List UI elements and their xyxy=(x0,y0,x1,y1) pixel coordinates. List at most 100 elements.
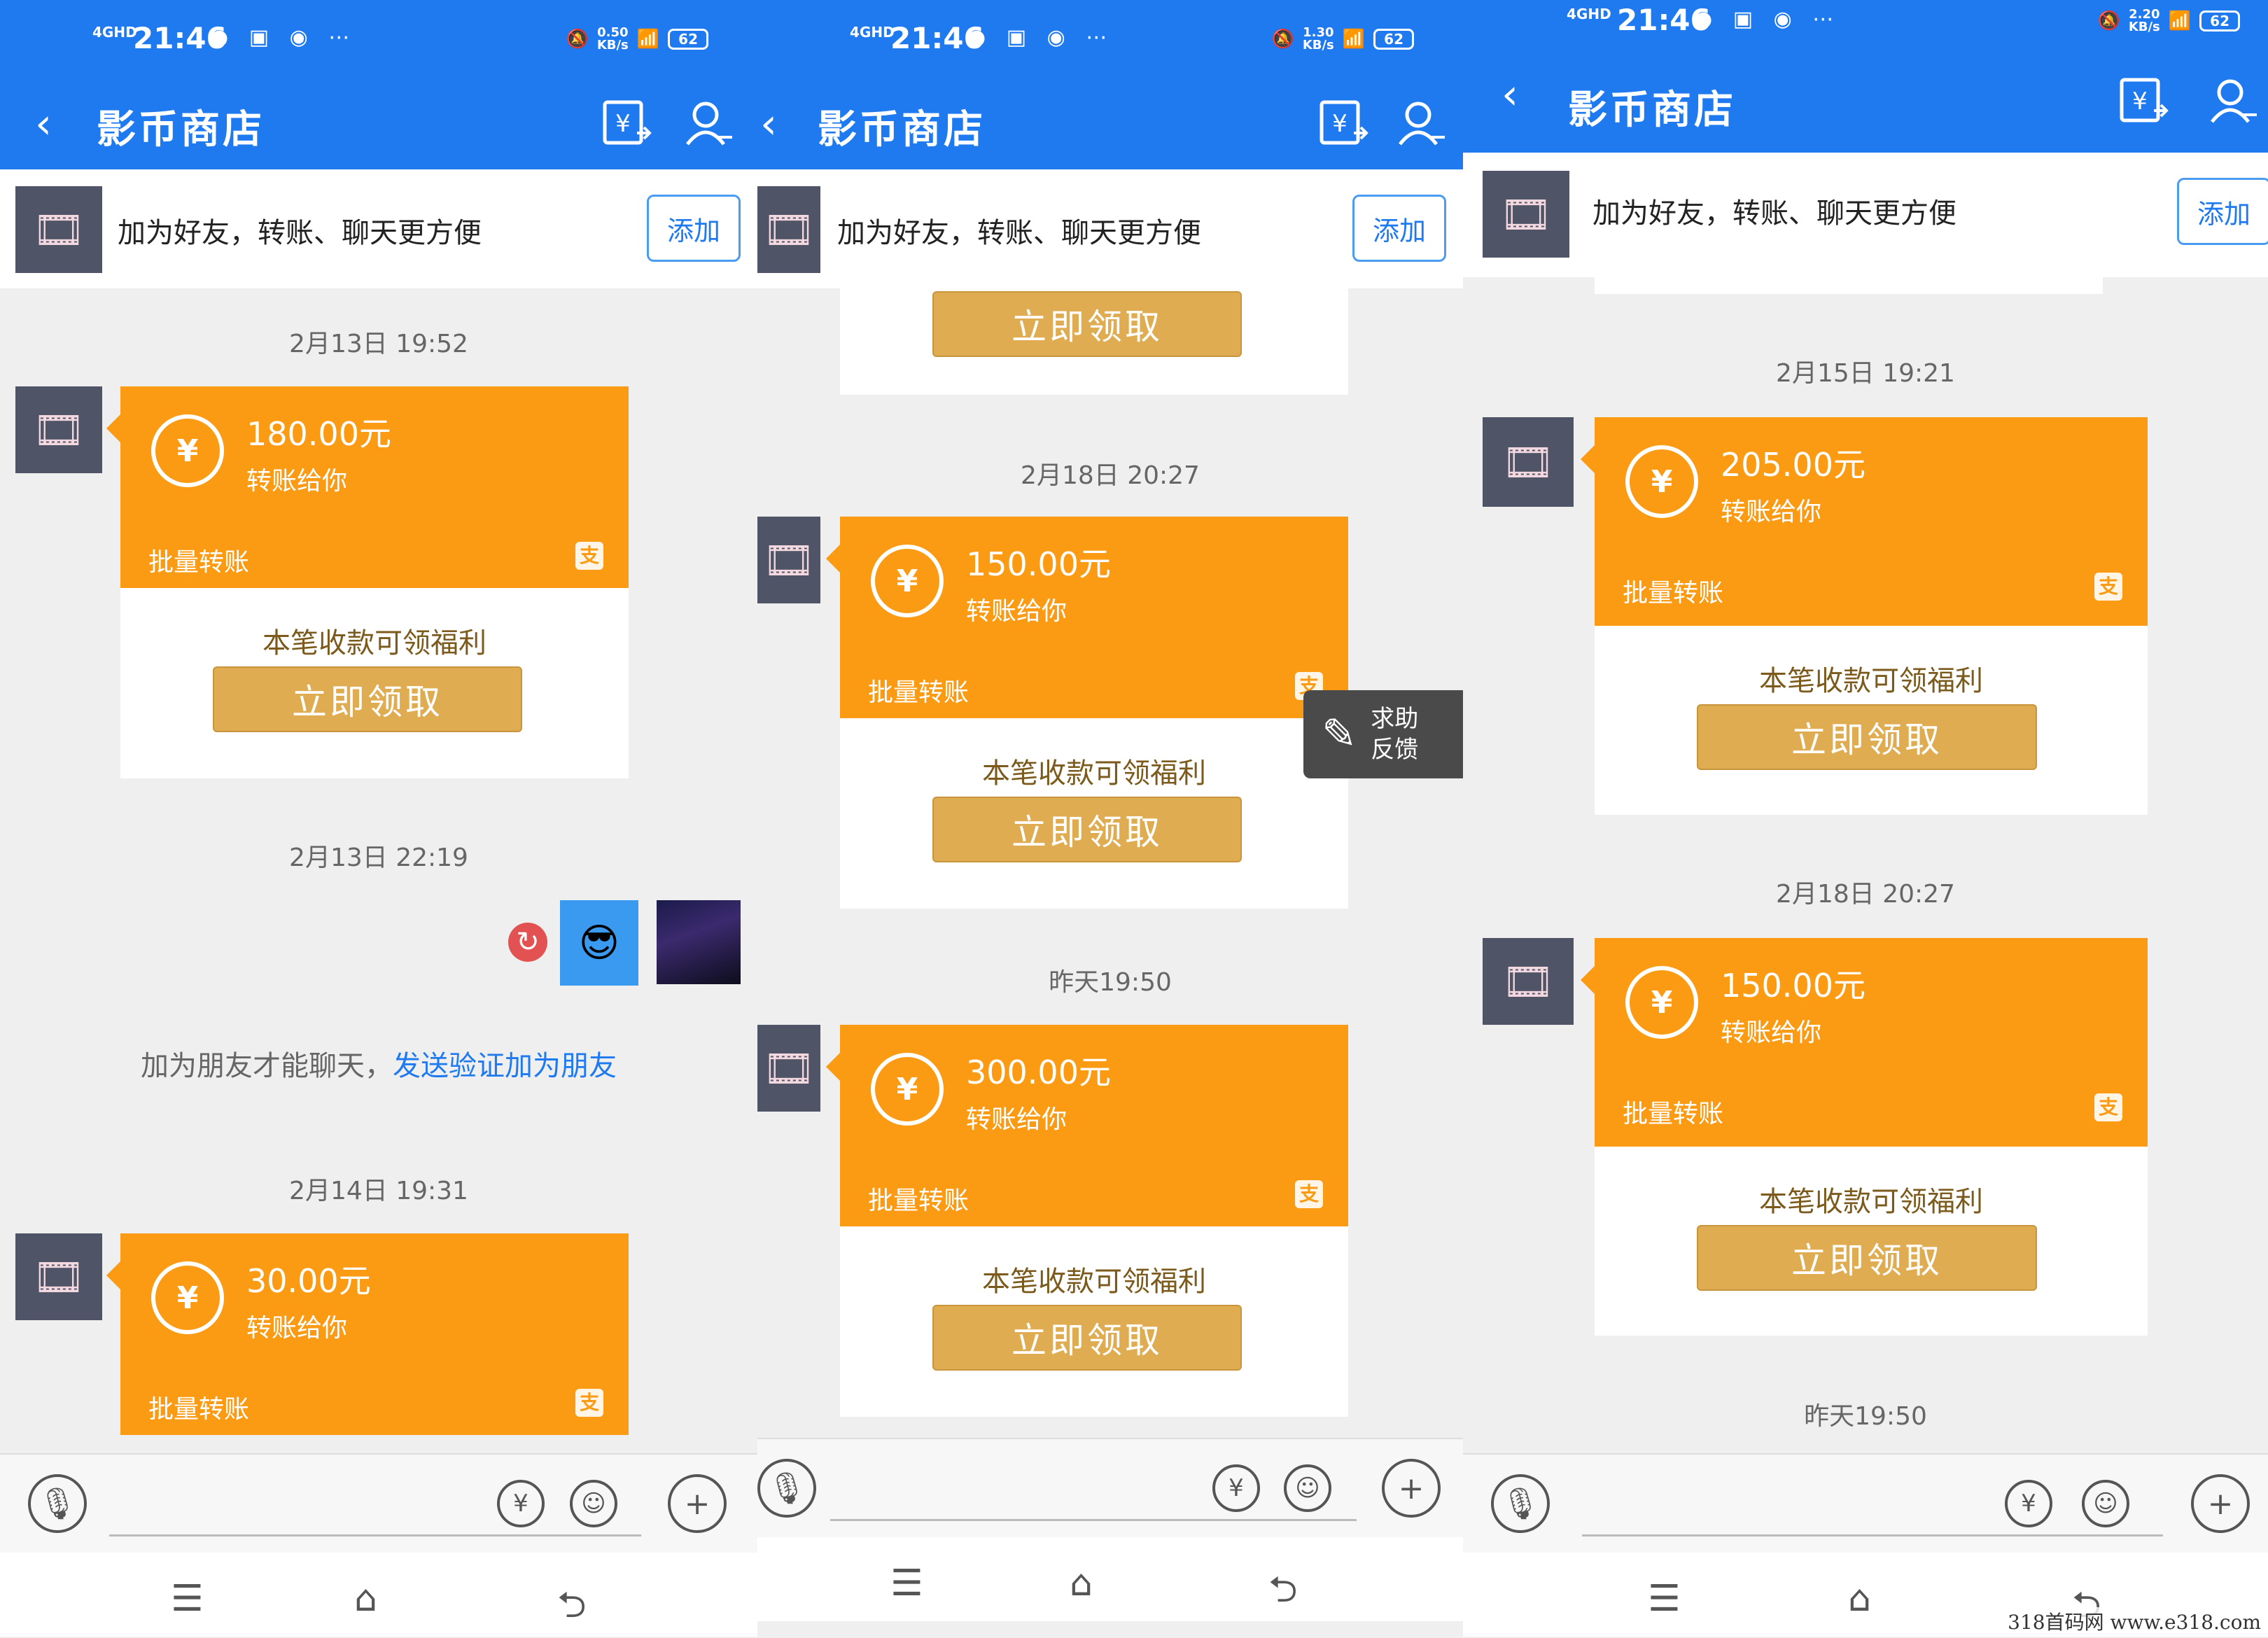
transfer-subtitle: 转账给你 xyxy=(1721,498,1822,526)
benefit-text: 本笔收款可领福利 xyxy=(982,757,1206,790)
return-icon[interactable]: ⮌ xyxy=(557,1578,587,1638)
feedback-line-2: 反馈 xyxy=(1371,736,1419,764)
batch-transfer-label: 批量转账 xyxy=(1623,579,1724,608)
benefit-text: 本笔收款可领福利 xyxy=(1759,665,1983,697)
transfer-icon[interactable]: ¥ xyxy=(1317,97,1371,150)
claim-button[interactable]: 立即领取 xyxy=(1697,704,2037,770)
title-bar: ‹ 影币商店 ¥ xyxy=(757,84,1463,169)
transfer-coin-icon: ¥ xyxy=(1625,445,1698,518)
emoji-icon[interactable]: ☺ xyxy=(1284,1464,1331,1512)
batch-transfer-label: 批量转账 xyxy=(868,1186,969,1215)
input-bar: 🎙 ¥ ☺ + xyxy=(1463,1453,2268,1553)
feedback-line-1: 求助 xyxy=(1371,705,1419,733)
page-title: 影币商店 xyxy=(97,107,265,153)
mute-icon: 🔕 xyxy=(1271,29,1294,50)
pencil-icon: ✎ xyxy=(1322,710,1357,759)
net-speed: 2.20 KB/s xyxy=(2128,7,2160,34)
add-friend-button[interactable]: 添加 xyxy=(2177,178,2268,245)
resend-icon[interactable]: ↻ xyxy=(508,923,547,962)
plus-icon[interactable]: + xyxy=(1382,1459,1441,1518)
transfer-icon[interactable]: ¥ xyxy=(601,97,654,150)
input-bar: 🎙 ¥ ☺ + xyxy=(0,1453,757,1553)
sender-avatar: 🎞 xyxy=(1483,938,1574,1025)
voice-icon[interactable]: 🎙 xyxy=(1491,1474,1550,1533)
status-bar: 4GHD 21:46 ● ▣ ◉ ⋯ 🔕 2.20 KB/s 📶 62 xyxy=(1463,0,2268,43)
status-bar: 4GHD 21:46 ● ▣ ◉ ⋯ 🔕 0.50 KB/s 📶 62 xyxy=(0,0,757,84)
net-speed: 1.30 KB/s xyxy=(1302,25,1334,52)
notification-icons: ● ▣ ◉ ⋯ xyxy=(967,25,1114,50)
red-packet-icon[interactable]: ¥ xyxy=(1212,1464,1260,1512)
menu-icon[interactable]: ☰ xyxy=(171,1578,204,1620)
transfer-amount: 30.00元 xyxy=(246,1262,371,1300)
watermark: 318首码网 www.e318.com xyxy=(2008,1607,2261,1635)
transfer-card[interactable]: ¥ 300.00元 转账给你 批量转账 支 本笔收款可领福利 立即领取 xyxy=(826,1025,1348,1417)
menu-icon[interactable]: ☰ xyxy=(1648,1578,1681,1620)
mute-icon: 🔕 xyxy=(2097,10,2120,31)
battery-icon: 62 xyxy=(2199,10,2240,31)
shop-avatar: 🎞 xyxy=(1483,171,1569,258)
mute-icon: 🔕 xyxy=(566,29,589,50)
alipay-icon: 支 xyxy=(575,542,603,570)
claim-button[interactable]: 立即领取 xyxy=(213,666,522,732)
emoji-icon[interactable]: ☺ xyxy=(2082,1480,2129,1527)
timestamp: 昨天19:50 xyxy=(1804,1402,1927,1431)
timestamp: 2月14日 19:31 xyxy=(289,1177,468,1205)
transfer-subtitle: 转账给你 xyxy=(966,597,1068,626)
red-packet-icon[interactable]: ¥ xyxy=(497,1480,545,1527)
input-bar: 🎙 ¥ ☺ + xyxy=(757,1438,1463,1537)
notification-icons: ● ▣ ◉ ⋯ xyxy=(1694,7,1841,31)
transfer-card[interactable]: ¥ 150.00元 转账给你 批量转账 支 本笔收款可领福利 立即领取 xyxy=(826,517,1348,909)
claim-button[interactable]: 立即领取 xyxy=(932,1305,1242,1371)
message-input[interactable] xyxy=(109,1534,641,1536)
message-input[interactable] xyxy=(1582,1534,2163,1536)
send-verification-link[interactable]: 发送验证加为朋友 xyxy=(393,1050,617,1082)
svg-text:¥: ¥ xyxy=(1332,110,1348,138)
transfer-coin-icon: ¥ xyxy=(1625,966,1698,1039)
home-icon[interactable]: ⌂ xyxy=(354,1578,377,1620)
profile-icon[interactable] xyxy=(682,97,735,150)
profile-icon[interactable] xyxy=(2206,74,2260,127)
transfer-card[interactable]: ¥ 180.00元 转账给你 批量转账 支 本笔收款可领福利 立即领取 xyxy=(106,386,629,778)
sender-avatar: 🎞 xyxy=(757,1025,820,1112)
sender-avatar: 🎞 xyxy=(15,386,102,473)
claim-button[interactable]: 立即领取 xyxy=(1697,1225,2037,1291)
return-icon[interactable]: ⮌ xyxy=(1268,1562,1298,1625)
sender-avatar: 🎞 xyxy=(1483,417,1574,507)
transfer-card[interactable]: ¥ 205.00元 转账给你 批量转账 支 本笔收款可领福利 立即领取 xyxy=(1581,417,2148,815)
transfer-amount: 150.00元 xyxy=(966,545,1111,583)
back-icon[interactable]: ‹ xyxy=(1502,70,1518,119)
transfer-icon[interactable]: ¥ xyxy=(2118,74,2171,127)
voice-icon[interactable]: 🎙 xyxy=(28,1474,87,1533)
back-icon[interactable]: ‹ xyxy=(760,99,777,148)
red-packet-icon[interactable]: ¥ xyxy=(2005,1480,2052,1527)
voice-icon[interactable]: 🎙 xyxy=(757,1459,816,1518)
batch-transfer-label: 批量转账 xyxy=(1623,1100,1724,1128)
alipay-icon: 支 xyxy=(575,1389,603,1417)
menu-icon[interactable]: ☰ xyxy=(890,1562,923,1604)
claim-button[interactable]: 立即领取 xyxy=(932,291,1242,357)
home-icon[interactable]: ⌂ xyxy=(1848,1578,1871,1620)
notification-icons: ● ▣ ◉ ⋯ xyxy=(210,25,357,50)
svg-text:¥: ¥ xyxy=(615,110,631,138)
plus-icon[interactable]: + xyxy=(2191,1474,2250,1533)
page-title: 影币商店 xyxy=(1568,88,1736,133)
back-icon[interactable]: ‹ xyxy=(35,99,52,148)
add-friend-button[interactable]: 添加 xyxy=(1352,195,1446,262)
claim-button[interactable]: 立即领取 xyxy=(932,797,1242,862)
status-bar: 4GHD 21:46 ● ▣ ◉ ⋯ 🔕 1.30 KB/s 📶 62 xyxy=(757,0,1463,84)
transfer-card[interactable]: ¥ 150.00元 转账给你 批量转账 支 本笔收款可领福利 立即领取 xyxy=(1581,938,2148,1336)
outgoing-emoji-message: 😎 xyxy=(560,900,638,986)
add-friend-button[interactable]: 添加 xyxy=(647,195,741,262)
emoji-icon[interactable]: ☺ xyxy=(570,1480,617,1527)
message-input[interactable] xyxy=(830,1519,1357,1521)
benefit-text: 本笔收款可领福利 xyxy=(982,1266,1206,1298)
page-title: 影币商店 xyxy=(818,107,986,153)
transfer-subtitle: 转账给你 xyxy=(966,1105,1068,1134)
screen-left: 4GHD 21:46 ● ▣ ◉ ⋯ 🔕 0.50 KB/s 📶 62 ‹ 影币商… xyxy=(0,0,757,1638)
help-feedback-button[interactable]: ✎ 求助反馈 xyxy=(1303,690,1463,778)
home-icon[interactable]: ⌂ xyxy=(1070,1562,1093,1604)
transfer-card[interactable]: ¥ 30.00元 转账给你 批量转账 支 xyxy=(106,1233,629,1435)
wifi-icon: 📶 xyxy=(1342,29,1366,50)
plus-icon[interactable]: + xyxy=(668,1474,727,1533)
profile-icon[interactable] xyxy=(1394,97,1448,150)
